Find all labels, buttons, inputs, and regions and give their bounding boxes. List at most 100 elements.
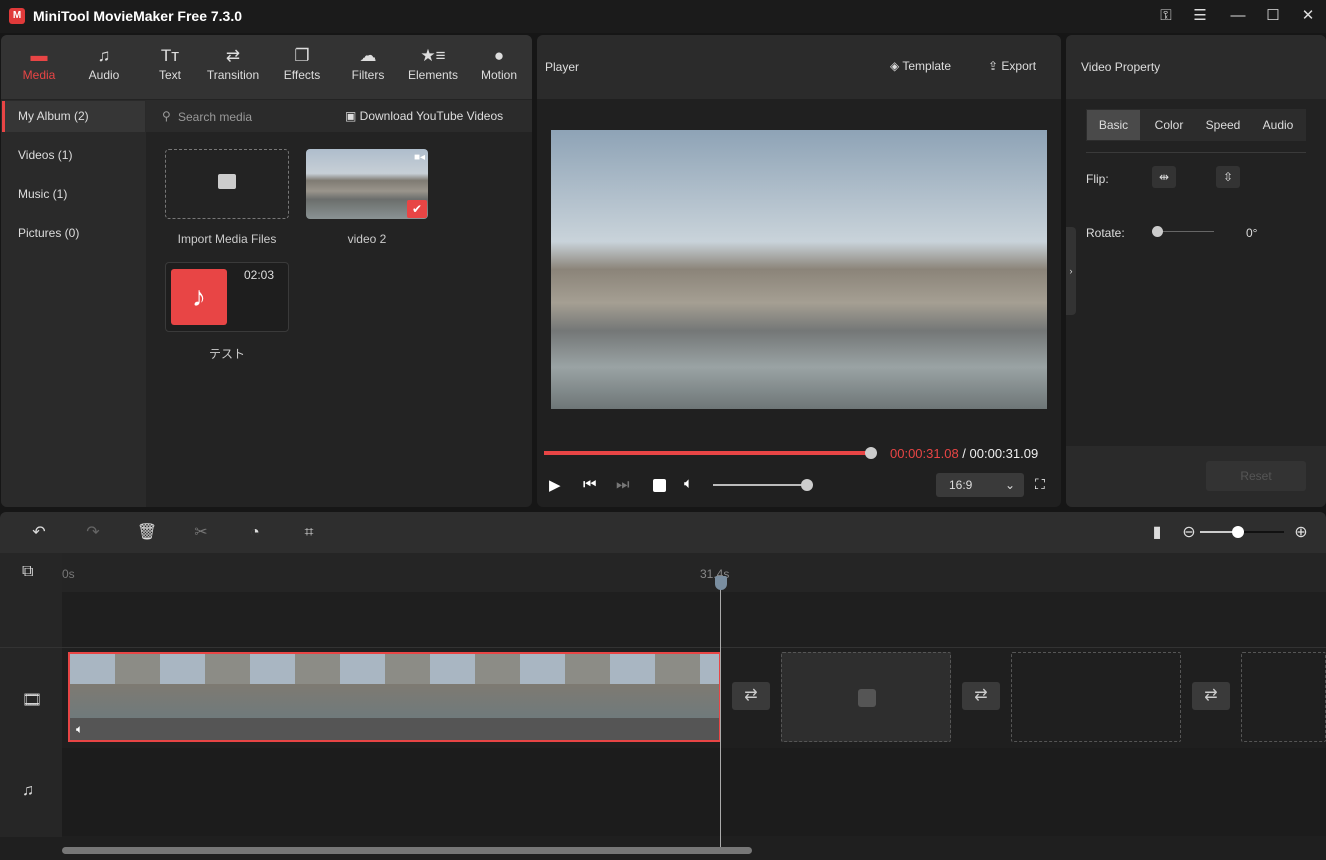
transition-slot[interactable]: ⇄ [1192,682,1230,710]
next-frame-button[interactable]: ⏭ [616,476,630,493]
menu-icon[interactable]: ☰ [1188,5,1212,27]
audio-track[interactable] [62,748,1326,836]
tab-filters[interactable]: ☁ Filters [333,46,403,82]
undo-button[interactable]: ↶ [28,522,50,544]
empty-clip-slot[interactable] [1011,652,1181,742]
folder-icon: ▬ [30,46,48,65]
sidebar-item-videos[interactable]: Videos (1) [2,140,145,171]
player-header [537,35,1061,99]
tab-audio[interactable]: Audio [1250,110,1306,140]
progress-bar[interactable] [544,451,871,455]
tab-label: Transition [206,68,260,82]
tab-audio[interactable]: ♫ Audio [69,46,139,82]
play-button[interactable]: ▶ [549,476,561,494]
redo-button[interactable]: ↷ [82,522,104,544]
key-icon[interactable]: ⚿ [1154,5,1178,27]
sidebar-item-pictures[interactable]: Pictures (0) [2,218,145,249]
empty-clip-slot[interactable] [1241,652,1326,742]
volume-slider[interactable] [713,484,807,486]
maximize-button[interactable]: ☐ [1261,5,1285,27]
volume-icon[interactable]: 🔈︎ [684,475,693,492]
timeline-ruler[interactable] [62,553,1326,592]
collapse-panel-button[interactable]: › [1066,227,1076,315]
ruler-start: 0s [62,567,75,581]
app-logo: M [9,8,25,24]
transition-slot[interactable]: ⇄ [732,682,770,710]
progress-handle[interactable] [865,447,877,459]
player-title: Player [545,60,580,74]
video-camera-icon: ■◂ [413,152,425,163]
tab-text[interactable]: Tт Text [135,46,205,82]
clip-volume-icon[interactable]: 🔈︎ [76,722,83,737]
clip-audio-strip [70,718,719,740]
aspect-value: 16:9 [949,478,973,492]
checkmark-icon: ✔ [407,200,427,218]
crop-button[interactable]: ⌗ [298,522,320,544]
export-button[interactable]: ⇪ Export [988,59,1036,73]
sidebar-item-music[interactable]: Music (1) [2,179,145,210]
tab-media[interactable]: ▬ Media [4,46,74,82]
flip-label: Flip: [1086,172,1109,186]
flip-horizontal-button[interactable]: ⇹ [1152,166,1176,188]
film-icon: 🎞︎ [22,692,43,709]
horizontal-scrollbar[interactable] [62,847,752,854]
tab-basic[interactable]: Basic [1087,110,1140,140]
previous-frame-button[interactable]: ⏮ [583,476,597,493]
folder-icon [218,174,236,189]
transition-slot[interactable]: ⇄ [962,682,1000,710]
stop-button[interactable] [653,479,666,492]
minimize-button[interactable]: — [1226,5,1250,27]
zoom-in-button[interactable]: ⊕ [1290,522,1312,544]
chevron-down-icon: ⌄ [1004,478,1015,492]
property-title: Video Property [1081,60,1161,74]
tab-label: Audio [88,68,120,82]
export-label: Export [1001,59,1037,73]
volume-handle[interactable] [801,479,813,491]
upload-icon: ⇪ [988,59,1002,73]
reset-button[interactable]: Reset [1206,461,1306,491]
tab-color[interactable]: Color [1142,110,1196,140]
aspect-ratio-select[interactable]: 16:9 ⌄ [936,473,1024,497]
fullscreen-icon[interactable]: ⛶ [1035,476,1045,493]
rotate-handle[interactable] [1152,226,1163,237]
empty-clip-slot[interactable] [781,652,951,742]
video-clip[interactable]: 🔈︎ [68,652,721,742]
video-thumbnail[interactable]: ■◂ ✔ [306,149,428,219]
fit-timeline-icon[interactable]: ▮ [1146,522,1168,544]
zoom-handle[interactable] [1232,526,1244,538]
placeholder-icon [858,689,876,707]
split-button[interactable]: ✂ [190,522,212,544]
speed-button[interactable]: ◔ [244,522,266,544]
audio-thumbnail[interactable]: ♪ 02:03 [165,262,289,332]
tab-elements[interactable]: ★≡ Elements [398,46,468,82]
rotate-slider[interactable] [1158,231,1214,232]
transition-icon: ⇄ [225,46,241,65]
audio-duration: 02:03 [243,268,274,282]
playhead-line[interactable] [720,578,721,848]
tab-transition[interactable]: ⇄ Transition [198,46,268,82]
music-icon: ♫ [97,46,111,65]
import-media-button[interactable] [165,149,289,219]
flip-vertical-button[interactable]: ⇳ [1216,166,1240,188]
sidebar-item-my-album[interactable]: My Album (2) [2,101,145,132]
add-track-icon[interactable]: ⧉ [22,563,33,581]
search-input[interactable]: Search media [178,110,252,124]
clip-frames [70,684,719,720]
tab-label: Media [22,68,56,82]
tab-effects[interactable]: ❐ Effects [267,46,337,82]
tab-label: Elements [407,68,459,82]
filters-icon: ☁ [359,46,377,65]
app-title: MiniTool MovieMaker Free 7.3.0 [33,8,243,24]
rotate-value: 0° [1246,226,1258,240]
playhead-handle[interactable] [715,576,727,590]
template-label: Template [902,59,952,73]
template-button[interactable]: ◈ Template [890,59,951,73]
close-button[interactable]: ✕ [1296,5,1320,27]
delete-button[interactable]: 🗑︎ [136,522,158,544]
zoom-out-button[interactable]: ⊖ [1178,522,1200,544]
download-youtube-button[interactable]: ▣ Download YouTube Videos [345,109,503,123]
tab-label: Motion [480,68,518,82]
layers-icon: ◈ [890,59,903,73]
tab-motion[interactable]: ● Motion [464,46,534,82]
tab-speed[interactable]: Speed [1196,110,1250,140]
